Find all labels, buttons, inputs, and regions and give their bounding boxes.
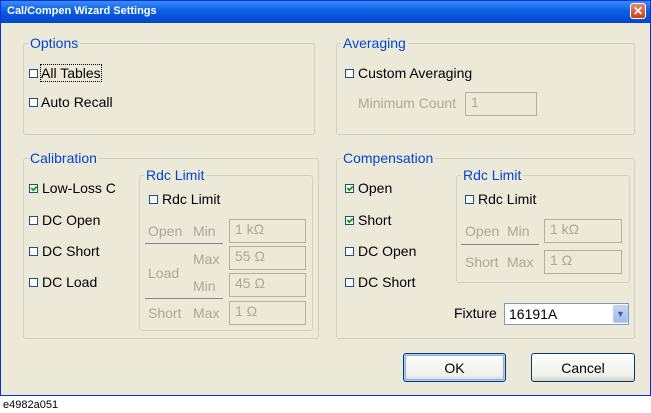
figure-caption: e4982a051 — [3, 399, 59, 411]
options-group: Options — [23, 35, 315, 135]
chevron-down-icon[interactable]: ▼ — [613, 305, 628, 323]
cal-short-label: Short — [148, 305, 182, 321]
cal-dc-open-label[interactable]: DC Open — [42, 212, 100, 228]
comp-short-label[interactable]: Short — [358, 212, 391, 228]
comp-divider — [461, 244, 539, 245]
auto-recall-label[interactable]: Auto Recall — [41, 94, 113, 110]
fixture-label: Fixture — [454, 305, 497, 321]
cal-rdc-limit-label[interactable]: Rdc Limit — [162, 191, 220, 207]
all-tables-label[interactable]: All Tables — [40, 64, 102, 82]
cal-load-min-label: Min — [193, 278, 216, 294]
averaging-legend: Averaging — [341, 35, 408, 51]
custom-averaging-label[interactable]: Custom Averaging — [358, 65, 472, 81]
comp-open-min-label: Min — [507, 223, 530, 239]
compensation-legend: Compensation — [341, 150, 436, 166]
minimum-count-label: Minimum Count — [358, 95, 457, 111]
cal-short-max-field[interactable]: 1 Ω — [229, 301, 306, 325]
options-legend: Options — [28, 35, 81, 51]
cal-load-max-field[interactable]: 55 Ω — [229, 246, 306, 270]
fixture-value: 16191A — [509, 306, 558, 322]
cal-divider-2 — [145, 298, 223, 299]
auto-recall-checkbox[interactable] — [29, 98, 38, 107]
cal-load-min-field[interactable]: 45 Ω — [229, 273, 306, 297]
comp-open-min-field[interactable]: 1 kΩ — [544, 219, 622, 243]
window-title: Cal/Compen Wizard Settings — [7, 5, 157, 17]
comp-rdc-limit-legend: Rdc Limit — [461, 167, 524, 183]
comp-dc-open-checkbox[interactable] — [345, 247, 354, 256]
comp-dc-short-checkbox[interactable] — [345, 278, 354, 287]
comp-short-max-field[interactable]: 1 Ω — [544, 250, 622, 274]
title-bar[interactable]: Cal/Compen Wizard Settings ✕ — [1, 1, 650, 23]
cal-dc-open-checkbox[interactable] — [29, 216, 38, 225]
comp-short-max-label: Max — [507, 254, 534, 270]
comp-open-label[interactable]: Open — [358, 180, 392, 196]
cal-dc-short-label[interactable]: DC Short — [42, 243, 100, 259]
cal-dc-short-checkbox[interactable] — [29, 247, 38, 256]
ok-button[interactable]: OK — [403, 353, 506, 382]
fixture-select[interactable]: 16191A ▼ — [504, 303, 629, 325]
cal-dc-load-label[interactable]: DC Load — [42, 274, 97, 290]
cal-short-max-label: Max — [193, 305, 220, 321]
cal-rdc-limit-checkbox[interactable] — [149, 195, 158, 204]
comp-open-rdc-label: Open — [465, 223, 500, 239]
cal-load-label: Load — [148, 265, 180, 281]
comp-open-checkbox[interactable] — [345, 184, 354, 193]
cal-open-min-field[interactable]: 1 kΩ — [229, 219, 306, 243]
dialog-window: Cal/Compen Wizard Settings ✕ Options All… — [0, 0, 651, 396]
comp-rdc-limit-label[interactable]: Rdc Limit — [478, 191, 536, 207]
all-tables-checkbox[interactable] — [29, 69, 38, 78]
cancel-button[interactable]: Cancel — [531, 353, 635, 382]
comp-short-rdc-label: Short — [465, 254, 499, 270]
minimum-count-field[interactable]: 1 — [465, 92, 537, 116]
comp-rdc-limit-checkbox[interactable] — [465, 195, 474, 204]
comp-short-checkbox[interactable] — [345, 216, 354, 225]
cal-open-min-label: Min — [193, 223, 216, 239]
custom-averaging-checkbox[interactable] — [345, 69, 354, 78]
cal-dc-load-checkbox[interactable] — [29, 278, 38, 287]
comp-dc-open-label[interactable]: DC Open — [358, 243, 416, 259]
cal-divider-1 — [145, 243, 223, 244]
low-loss-c-checkbox[interactable] — [29, 184, 38, 193]
cal-load-max-label: Max — [193, 251, 220, 267]
calibration-legend: Calibration — [28, 150, 99, 166]
cal-rdc-limit-legend: Rdc Limit — [144, 167, 207, 183]
comp-dc-short-label[interactable]: DC Short — [358, 274, 416, 290]
averaging-group: Averaging — [336, 35, 635, 135]
cal-open-label: Open — [148, 223, 183, 239]
low-loss-c-label[interactable]: Low-Loss C — [42, 180, 116, 196]
close-icon[interactable]: ✕ — [630, 3, 646, 19]
